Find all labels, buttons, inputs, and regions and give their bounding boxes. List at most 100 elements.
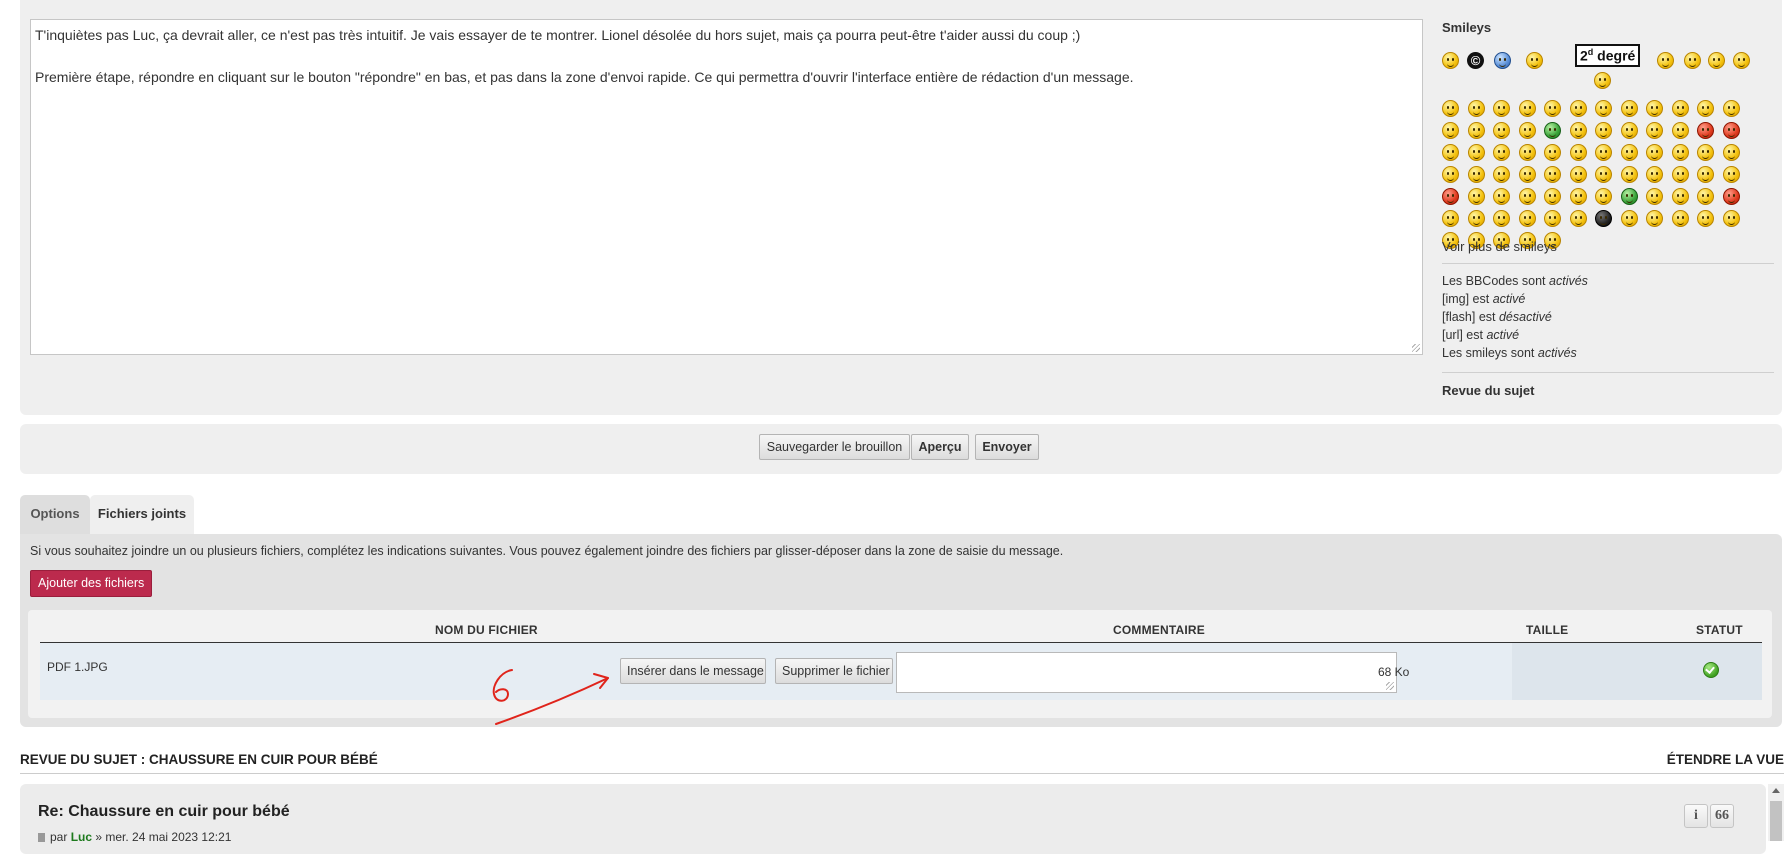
smiley-icon[interactable] [1671,166,1689,183]
smiley-icon[interactable] [1569,100,1587,117]
smiley-icon[interactable] [1526,52,1543,69]
scroll-up-icon[interactable] [1772,788,1780,793]
smiley-icon[interactable] [1518,100,1536,117]
smiley-icon[interactable] [1544,210,1561,227]
smiley-icon[interactable] [1518,166,1536,183]
smiley-icon[interactable] [1646,122,1663,139]
smiley-icon[interactable] [1467,100,1485,117]
smiley-icon[interactable] [1646,144,1663,161]
smiley-icon[interactable] [1544,122,1561,139]
smiley-icon[interactable] [1493,100,1510,117]
smiley-icon[interactable] [1697,188,1714,205]
add-files-button[interactable]: Ajouter des fichiers [30,570,153,597]
smiley-icon[interactable] [1518,122,1536,139]
smiley-icon[interactable] [1722,166,1740,183]
smiley-icon[interactable] [1697,166,1714,183]
smiley-icon[interactable] [1467,122,1485,139]
smiley-icon[interactable] [1620,210,1638,227]
smiley-icon[interactable] [1671,210,1689,227]
smiley-icon[interactable] [1442,188,1459,205]
smiley-icon[interactable] [1544,100,1561,117]
resize-grip-icon[interactable] [1412,344,1420,352]
post-author-link[interactable]: Luc [71,830,92,844]
smiley-icon[interactable] [1544,188,1561,205]
resize-grip-icon[interactable] [1386,682,1394,690]
smiley-icon[interactable] [1646,166,1663,183]
smiley-icon[interactable] [1493,166,1510,183]
smiley-icon[interactable] [1594,72,1611,89]
smiley-icon[interactable] [1620,122,1638,139]
smiley-icon[interactable] [1697,100,1714,117]
smiley-icon[interactable] [1671,144,1689,161]
post-info-button[interactable]: i [1684,804,1708,828]
smiley-icon[interactable] [1442,210,1459,227]
post-title[interactable]: Re: Chaussure en cuir pour bébé [38,803,290,821]
save-draft-button[interactable]: Sauvegarder le brouillon [759,434,910,460]
smiley-icon[interactable] [1518,144,1536,161]
smiley-icon[interactable] [1620,144,1638,161]
smiley-icon[interactable] [1722,122,1740,139]
smiley-icon[interactable] [1494,52,1511,69]
smiley-icon[interactable] [1493,188,1510,205]
smiley-icon[interactable] [1518,188,1536,205]
smiley-icon[interactable] [1569,188,1587,205]
insert-into-message-button[interactable]: Insérer dans le message [620,658,766,684]
more-smileys-link[interactable]: Voir plus de smileys [1442,239,1557,254]
second-degree-sign-smiley-icon[interactable]: 2d degré [1575,44,1641,67]
smiley-icon[interactable] [1646,188,1663,205]
smiley-icon[interactable] [1708,52,1725,69]
smiley-icon[interactable] [1657,52,1674,69]
smiley-icon[interactable] [1569,166,1587,183]
smiley-icon[interactable] [1595,100,1612,117]
quote-button[interactable]: 66 [1710,804,1734,828]
smiley-icon[interactable] [1595,122,1612,139]
smiley-icon[interactable] [1442,166,1459,183]
smiley-icon[interactable] [1544,144,1561,161]
expand-view-link[interactable]: ÉTENDRE LA VUE [1667,752,1784,767]
file-comment-field[interactable] [896,652,1397,693]
smiley-icon[interactable] [1442,100,1459,117]
smiley-icon[interactable] [1620,166,1638,183]
smiley-icon[interactable] [1493,122,1510,139]
smiley-icon[interactable] [1697,210,1714,227]
smiley-icon[interactable] [1646,100,1663,117]
smiley-icon[interactable] [1595,144,1612,161]
smiley-icon[interactable] [1595,166,1612,183]
smiley-icon[interactable] [1697,122,1714,139]
delete-file-button[interactable]: Supprimer le fichier [775,658,893,684]
smiley-icon[interactable] [1467,166,1485,183]
smiley-icon[interactable] [1620,188,1638,205]
preview-button[interactable]: Aperçu [911,434,969,460]
scrollbar[interactable] [1768,784,1784,841]
submit-button[interactable]: Envoyer [975,434,1039,460]
topic-review-link[interactable]: Revue du sujet [1442,383,1534,398]
smiley-icon[interactable] [1467,188,1485,205]
smiley-icon[interactable] [1442,122,1459,139]
smiley-icon[interactable] [1733,52,1750,69]
smiley-icon[interactable] [1569,144,1587,161]
smiley-icon[interactable] [1595,210,1612,227]
smiley-icon[interactable] [1671,188,1689,205]
smiley-icon[interactable] [1697,144,1714,161]
smiley-icon[interactable] [1722,188,1740,205]
tab-attachments[interactable]: Fichiers joints [90,495,194,534]
message-textarea[interactable]: T'inquiètes pas Luc, ça devrait aller, c… [30,19,1423,355]
smiley-icon[interactable] [1467,210,1485,227]
smiley-icon[interactable] [1646,210,1663,227]
smiley-icon[interactable] [1620,100,1638,117]
copyright-smiley-icon[interactable]: © [1467,52,1484,69]
smiley-icon[interactable] [1569,210,1587,227]
smiley-icon[interactable] [1569,122,1587,139]
smiley-icon[interactable] [1722,100,1740,117]
smiley-icon[interactable] [1544,166,1561,183]
smiley-icon[interactable] [1442,52,1459,69]
smiley-icon[interactable] [1684,52,1701,69]
scroll-thumb[interactable] [1770,801,1782,841]
smiley-icon[interactable] [1671,122,1689,139]
smiley-icon[interactable] [1467,144,1485,161]
smiley-icon[interactable] [1442,144,1459,161]
smiley-icon[interactable] [1493,144,1510,161]
smiley-icon[interactable] [1722,144,1740,161]
tab-options[interactable]: Options [20,495,90,534]
smiley-icon[interactable] [1671,100,1689,117]
